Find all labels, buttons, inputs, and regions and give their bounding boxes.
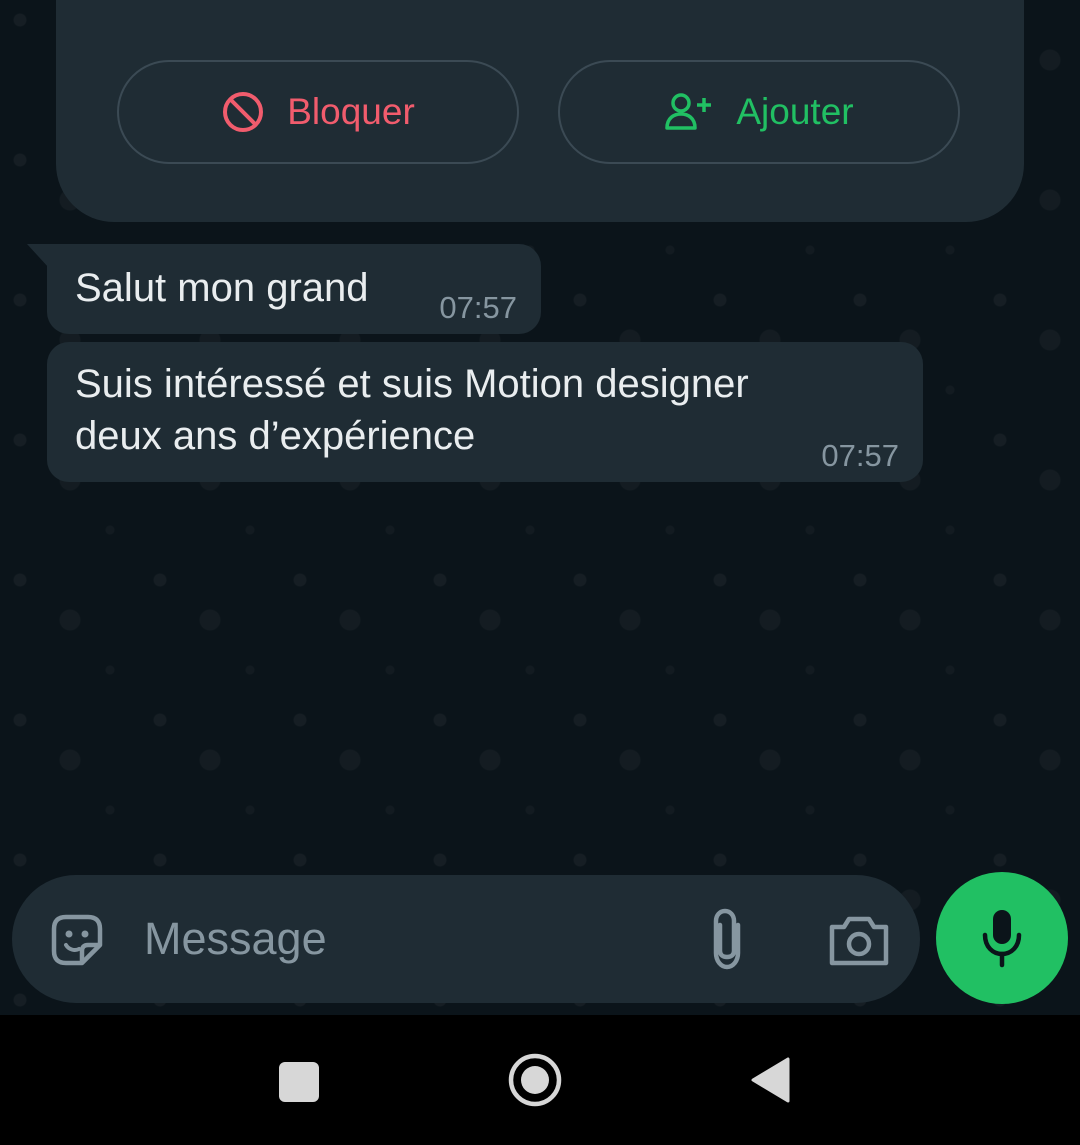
paperclip-icon[interactable]: [702, 905, 752, 973]
add-contact-icon: [665, 93, 712, 130]
block-button-label: Bloquer: [287, 91, 415, 132]
mic-icon: [982, 910, 1022, 968]
message-composer: [12, 875, 920, 1003]
bubble-tail: [27, 244, 49, 268]
camera-icon[interactable]: [828, 913, 890, 967]
block-icon: [223, 92, 264, 132]
incoming-message[interactable]: Suis intéressé et suis Motion designer d…: [47, 342, 923, 482]
triangle-back-icon[interactable]: [750, 1056, 790, 1104]
add-contact-button[interactable]: Ajouter: [558, 60, 960, 164]
message-time: 07:57: [821, 438, 899, 473]
square-icon[interactable]: [279, 1062, 319, 1102]
system-navigation-bar: [0, 1015, 1080, 1145]
message-time: 07:57: [439, 290, 517, 325]
voice-message-button[interactable]: [936, 872, 1068, 1004]
message-input[interactable]: [144, 913, 664, 965]
add-contact-button-label: Ajouter: [736, 91, 854, 132]
message-text: Salut mon grand: [75, 266, 369, 310]
circle-icon[interactable]: [507, 1052, 563, 1108]
chat-screen: Bloquer Ajouter Salut mon grand 07:57 Su…: [0, 0, 1080, 1145]
block-button[interactable]: Bloquer: [117, 60, 519, 164]
incoming-message[interactable]: Salut mon grand 07:57: [47, 244, 541, 334]
sticker-icon[interactable]: [48, 911, 106, 969]
message-text: Suis intéressé et suis Motion designer d…: [75, 362, 749, 458]
